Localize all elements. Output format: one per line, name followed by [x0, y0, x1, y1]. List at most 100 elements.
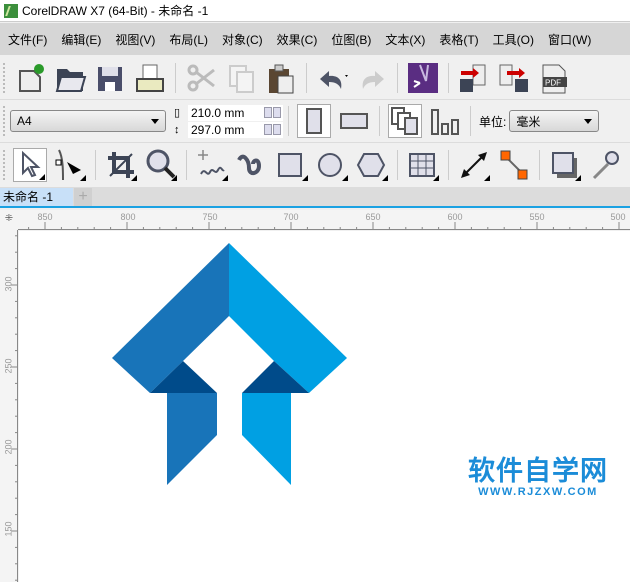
dimension-tool[interactable]: [457, 148, 491, 182]
page-dimensions: ▯ 210.0 mm ↕ 297.0 mm: [174, 104, 283, 138]
document-tab[interactable]: 未命名 -1: [0, 188, 73, 206]
open-button[interactable]: [53, 61, 87, 95]
connector-icon: [500, 150, 528, 180]
ellipse-icon: [318, 153, 348, 181]
toolbar-separator: [470, 106, 471, 136]
redo-button[interactable]: [355, 61, 389, 95]
ruler-origin-icon[interactable]: ⁜: [0, 210, 18, 230]
window-title: CorelDRAW X7 (64-Bit) - 未命名 -1: [22, 4, 209, 18]
spin-down-button[interactable]: [264, 106, 272, 118]
save-button[interactable]: [93, 61, 127, 95]
pick-tool[interactable]: [13, 148, 47, 182]
units-select[interactable]: 毫米: [509, 110, 600, 132]
menu-edit[interactable]: 编辑(E): [61, 31, 101, 48]
vertical-ruler[interactable]: 300 250 200 150: [0, 230, 18, 582]
ruler-label: 800: [120, 212, 136, 222]
toolbox: [0, 143, 630, 188]
ruler-label: 150: [3, 521, 14, 537]
toolbar-separator: [175, 62, 176, 93]
paste-clipboard-icon: [269, 64, 294, 93]
toolbar-grip[interactable]: [3, 150, 6, 180]
menu-effects[interactable]: 效果(C): [277, 31, 318, 48]
svg-text:PDF: PDF: [545, 78, 561, 87]
logo-left-stem[interactable]: [167, 393, 217, 485]
menu-table[interactable]: 表格(T): [439, 31, 478, 48]
ruler-label: 600: [447, 212, 463, 222]
menu-tools[interactable]: 工具(O): [493, 31, 534, 48]
menu-view[interactable]: 视图(V): [115, 31, 155, 48]
publish-pdf-button[interactable]: PDF: [537, 61, 571, 95]
current-page-button[interactable]: [428, 104, 462, 138]
page-height-input[interactable]: 297.0 mm: [188, 121, 283, 138]
connector-tool[interactable]: [497, 148, 531, 182]
toolbar-grip[interactable]: [3, 106, 6, 136]
menu-bitmaps[interactable]: 位图(B): [331, 31, 371, 48]
ruler-label: 250: [3, 358, 14, 374]
menu-window[interactable]: 窗口(W): [548, 31, 591, 48]
logo-right-roof[interactable]: [229, 243, 347, 393]
import-button[interactable]: [457, 61, 491, 95]
menu-layout[interactable]: 布局(L): [169, 31, 208, 48]
paper-size-value: A4: [17, 114, 32, 128]
current-page-icon: [431, 109, 459, 135]
redo-icon: [362, 70, 384, 89]
eyedropper-tool[interactable]: [588, 148, 622, 182]
logo-right-stem[interactable]: [242, 393, 291, 485]
spin-up-button[interactable]: [273, 123, 281, 135]
menu-object[interactable]: 对象(C): [222, 31, 263, 48]
eyedropper-icon: [592, 151, 619, 180]
polygon-tool[interactable]: [355, 148, 389, 182]
drop-shadow-tool[interactable]: [548, 148, 582, 182]
page-width-input[interactable]: 210.0 mm: [188, 104, 283, 121]
height-icon: ↕: [174, 123, 180, 136]
crop-tool[interactable]: [104, 148, 138, 182]
house-arrow-logo[interactable]: [19, 231, 630, 582]
toolbar-separator: [448, 62, 449, 93]
toolbar-grip[interactable]: [3, 62, 6, 93]
new-document-button[interactable]: [13, 61, 47, 95]
chevron-down-icon: [584, 119, 593, 124]
table-grid-icon: [409, 153, 439, 181]
portrait-button[interactable]: [297, 104, 331, 138]
toolbar-separator: [397, 62, 398, 93]
landscape-button[interactable]: [337, 104, 371, 138]
rectangle-tool[interactable]: [275, 148, 309, 182]
chevron-down-icon: [151, 119, 159, 124]
spin-up-button[interactable]: [273, 106, 281, 118]
crop-icon: [108, 152, 137, 181]
horizontal-ruler[interactable]: 850 800 750 700 650 600 550 500: [18, 210, 630, 230]
copy-icon: [229, 64, 254, 93]
property-bar: A4 ▯ 210.0 mm ↕ 297.0 mm 单位: 毫米: [0, 100, 630, 143]
paste-button[interactable]: [264, 61, 298, 95]
freehand-tool[interactable]: [195, 148, 229, 182]
paper-size-select[interactable]: A4: [10, 110, 166, 132]
open-folder-icon: [55, 68, 87, 92]
landscape-page-icon: [340, 113, 368, 129]
ruler-label: 300: [3, 276, 14, 292]
copy-button[interactable]: [224, 61, 258, 95]
cut-button[interactable]: [184, 61, 218, 95]
all-pages-button[interactable]: [388, 104, 422, 138]
print-button[interactable]: [133, 61, 167, 95]
menu-text[interactable]: 文本(X): [385, 31, 425, 48]
menu-file[interactable]: 文件(F): [8, 31, 47, 48]
dimension-arrow-icon: [461, 152, 490, 181]
shape-tool[interactable]: [53, 148, 87, 182]
export-button[interactable]: [497, 61, 531, 95]
logo-left-roof[interactable]: [112, 243, 229, 393]
document-tab-bar: 未命名 -1 +: [0, 188, 630, 208]
undo-button[interactable]: [315, 61, 349, 95]
standard-toolbar: PDF: [0, 56, 630, 100]
ruler-label: 850: [37, 212, 53, 222]
pdf-icon: PDF: [542, 64, 567, 93]
ellipse-tool[interactable]: [315, 148, 349, 182]
table-tool[interactable]: [406, 148, 440, 182]
spin-down-button[interactable]: [264, 123, 272, 135]
artistic-media-tool[interactable]: [235, 148, 269, 182]
application-launcher-button[interactable]: [406, 61, 440, 95]
freehand-icon: [198, 150, 228, 181]
zoom-tool[interactable]: [144, 148, 178, 182]
drawing-canvas[interactable]: [19, 231, 630, 582]
undo-icon: [320, 70, 348, 89]
new-tab-plus-icon[interactable]: +: [74, 188, 92, 206]
